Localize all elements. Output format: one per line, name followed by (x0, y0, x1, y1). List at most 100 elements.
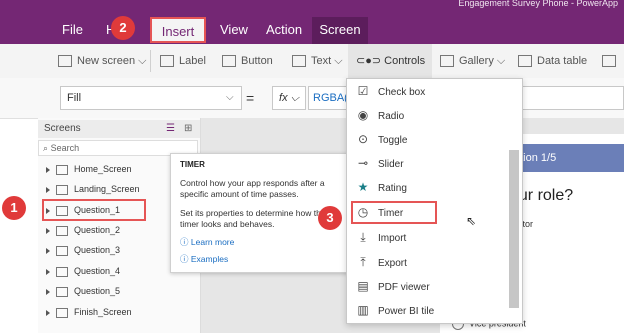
app-title: Engagement Survey Phone - PowerApp (458, 0, 618, 8)
text-button-text: Text (311, 55, 332, 67)
tree-item-label: Question_5 (74, 286, 121, 296)
expand-arrow-icon[interactable] (46, 166, 50, 173)
dropdown-scrollbar[interactable] (509, 150, 519, 308)
highlight-box (351, 201, 437, 224)
toggle-icon: ⊂●⊃ (356, 55, 382, 67)
menu-item-toggle[interactable]: ⊙ Toggle (348, 127, 508, 151)
menu-item-pdf-viewer[interactable]: ▤ PDF viewer (348, 274, 508, 298)
gallery-button[interactable]: Gallery ⌵ (440, 50, 505, 72)
tooltip-properties: Set its properties to determine how the … (180, 208, 326, 229)
gallery-label: Gallery (459, 55, 494, 67)
learn-more-label: Learn more (190, 237, 235, 247)
step-marker: 2 (111, 16, 135, 40)
expand-arrow-icon[interactable] (46, 309, 50, 316)
screen-icon (56, 266, 68, 277)
label-button[interactable]: Label (160, 50, 206, 72)
menu-item-label: PDF viewer (378, 282, 430, 293)
menu-item-rating[interactable]: ★ Rating (348, 175, 508, 199)
expand-arrow-icon[interactable] (46, 247, 50, 254)
menu-item-import[interactable]: ⤓ Import (348, 225, 508, 249)
expand-arrow-icon[interactable] (46, 288, 50, 295)
star-icon: ★ (357, 180, 369, 194)
menu-item-label: Check box (378, 87, 426, 98)
menu-item-label: Export (378, 258, 407, 269)
chevron-down-icon: ⌵ (334, 55, 343, 67)
menu-item-label: Radio (378, 111, 405, 122)
radio-icon: ◉ (357, 108, 369, 122)
chevron-down-icon: ⌵ (496, 55, 506, 67)
menu-item-radio[interactable]: ◉ Radio (348, 103, 508, 127)
examples-label: Examples (190, 254, 229, 264)
new-screen-button[interactable]: New screen ⌵ (58, 50, 146, 72)
forms-button[interactable] (602, 50, 621, 72)
text-icon (292, 55, 306, 68)
button-button-text: Button (241, 55, 273, 67)
screen-icon (56, 225, 68, 236)
learn-more-link[interactable]: ⓘ Learn more (180, 236, 234, 248)
tree-item-label: Finish_Screen (74, 307, 132, 317)
help-icon: ⓘ (180, 237, 189, 247)
tab-action[interactable]: Action (256, 17, 312, 44)
examples-link[interactable]: ⓘ Examples (180, 253, 228, 265)
list-view-icon[interactable]: ☰ (166, 120, 175, 138)
menu-item-export[interactable]: ⤒ Export (348, 250, 508, 274)
equals-sign: = (246, 90, 255, 106)
property-dropdown[interactable]: Fill (60, 86, 242, 110)
export-icon: ⤒ (360, 255, 366, 269)
tree-item-label: Question_3 (74, 245, 121, 255)
expand-arrow-icon[interactable] (46, 268, 50, 275)
slider-icon: ⊸ (357, 156, 369, 170)
fx-button[interactable]: fx ⌵ (272, 86, 306, 110)
text-button[interactable]: Text ⌵ (292, 50, 343, 72)
expand-arrow-icon[interactable] (46, 227, 50, 234)
import-icon: ⤓ (360, 230, 366, 244)
tooltip-description: Control how your app responds after a sp… (180, 178, 325, 199)
tree-item-label: Home_Screen (74, 164, 132, 174)
tab-file[interactable]: File (52, 17, 93, 44)
screen-icon (56, 245, 68, 256)
expand-arrow-icon[interactable] (46, 186, 50, 193)
forms-icon (602, 55, 616, 68)
label-icon (160, 55, 174, 68)
chevron-down-icon: ⌵ (138, 55, 147, 67)
pdf-icon: ▤ (357, 279, 369, 293)
step-marker: 3 (318, 206, 342, 230)
screen-icon (56, 164, 68, 175)
button-button[interactable]: Button (222, 50, 273, 72)
menu-item-label: Rating (378, 183, 407, 194)
fx-label: fx (279, 92, 288, 104)
screens-title: Screens (44, 123, 81, 134)
label-button-text: Label (179, 55, 206, 67)
tree-item-label: Question_4 (74, 266, 121, 276)
toggle-icon: ⊙ (357, 132, 369, 146)
search-icon: ⌕ (43, 143, 49, 153)
power-bi-icon: ▥ (357, 303, 369, 317)
step-marker: 1 (2, 196, 26, 220)
chevron-down-icon: ⌵ (290, 92, 299, 104)
data-table-button[interactable]: Data table (518, 50, 587, 72)
menu-item-slider[interactable]: ⊸ Slider (348, 151, 508, 175)
tree-item-label: Question_2 (74, 225, 121, 235)
screen-icon (56, 184, 68, 195)
screen-icon (56, 286, 68, 297)
tab-view[interactable]: View (210, 17, 258, 44)
menu-item-check-box[interactable]: ☑ Check box (348, 79, 508, 103)
menu-item-power-bi-tile[interactable]: ▥ Power BI tile (348, 298, 508, 322)
tree-item-question-5[interactable]: Question_5 (38, 282, 198, 300)
chevron-down-icon[interactable]: ⌵ (226, 86, 234, 110)
data-table-icon (518, 55, 532, 68)
tab-screen[interactable]: Screen (312, 17, 368, 44)
screen-icon (56, 307, 68, 318)
tree-item-label: Landing_Screen (74, 184, 140, 194)
tree-item-finish-screen[interactable]: Finish_Screen (38, 303, 198, 321)
help-icon: ⓘ (180, 254, 189, 264)
menu-item-label: Import (378, 233, 407, 244)
highlight-box (42, 199, 146, 221)
grid-view-icon[interactable]: ⊞ (184, 120, 192, 138)
controls-button[interactable]: ⊂●⊃ Controls ⌵ (348, 44, 432, 101)
tab-insert[interactable]: Insert (150, 17, 206, 43)
data-table-label: Data table (537, 55, 588, 67)
gallery-icon (440, 55, 454, 68)
new-screen-icon (58, 55, 72, 68)
menu-item-label: Toggle (378, 135, 408, 146)
